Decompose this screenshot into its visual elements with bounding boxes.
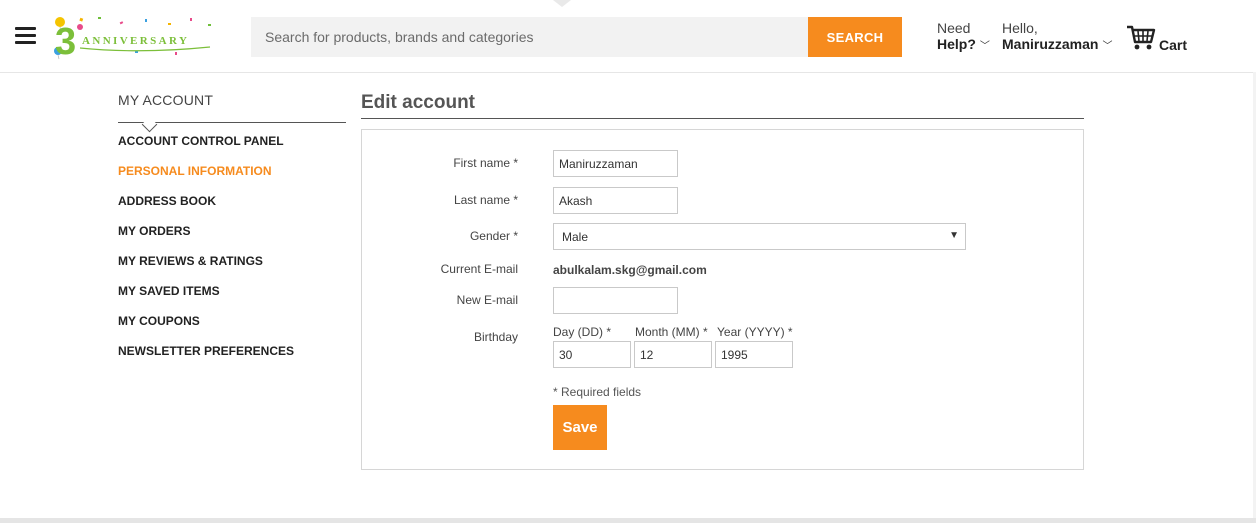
sidebar-item-newsletter-preferences[interactable]: NEWSLETTER PREFERENCES (118, 341, 346, 371)
header-notch (553, 0, 571, 7)
footer-divider (0, 518, 1256, 523)
year-label: Year (YYYY) * (717, 325, 793, 339)
site-header: 3 ANNIVERSARY SEARCH Need Help?﹀ Hello, … (0, 0, 1256, 73)
birthday-month-input[interactable] (634, 341, 712, 368)
birthday-day-input[interactable] (553, 341, 631, 368)
help-line2: Help? (937, 36, 976, 52)
triangle-down-icon: ▼ (949, 230, 959, 241)
help-menu[interactable]: Need Help? ﹀ (937, 20, 990, 55)
birthday-year-input[interactable] (715, 341, 793, 368)
logo-graphic: 3 ANNIVERSARY (54, 17, 211, 63)
last-name-input[interactable] (553, 187, 678, 214)
first-name-label: First name * (453, 156, 518, 170)
sidebar-item-my-coupons[interactable]: MY COUPONS (118, 311, 346, 341)
gender-label: Gender * (469, 229, 518, 243)
last-name-label: Last name * (453, 193, 518, 207)
title-divider (361, 118, 1084, 119)
chevron-down-icon: ﹀ (979, 41, 990, 52)
chevron-down-icon: ﹀ (1102, 41, 1113, 52)
sidebar-item-address-book[interactable]: ADDRESS BOOK (118, 191, 346, 221)
account-menu[interactable]: Hello, Maniruzzaman ﹀ (1002, 20, 1112, 55)
sidebar-item-personal-information[interactable]: PERSONAL INFORMATION (118, 161, 346, 191)
search-button[interactable]: SEARCH (808, 17, 902, 57)
cart-label: Cart (1159, 37, 1188, 53)
sidebar-list: ACCOUNT CONTROL PANEL PERSONAL INFORMATI… (118, 131, 346, 371)
sidebar-item-my-reviews-ratings[interactable]: MY REVIEWS & RATINGS (118, 251, 346, 281)
greeting: Hello, (1002, 20, 1038, 36)
user-name: Maniruzzaman (1002, 36, 1099, 52)
sidebar-item-my-saved-items[interactable]: MY SAVED ITEMS (118, 281, 346, 311)
new-email-input[interactable] (553, 287, 678, 314)
day-label: Day (DD) * (553, 325, 612, 339)
current-email-label: Current E-mail (440, 262, 518, 276)
sidebar-item-account-control-panel[interactable]: ACCOUNT CONTROL PANEL (118, 131, 346, 161)
page-title: Edit account (361, 92, 476, 113)
sidebar-item-my-orders[interactable]: MY ORDERS (118, 221, 346, 251)
month-label: Month (MM) * (635, 325, 708, 339)
help-line1: Need (937, 20, 971, 36)
svg-text:ANNIVERSARY: ANNIVERSARY (82, 35, 189, 47)
gender-select[interactable]: Male ▼ (553, 223, 966, 250)
svg-text:3: 3 (55, 21, 76, 60)
birthday-label: Birthday (473, 330, 518, 344)
sidebar-notch (141, 116, 158, 133)
gender-selected-value: Male (562, 230, 589, 244)
new-email-label: New E-mail (456, 293, 518, 307)
hamburger-menu-icon[interactable] (15, 27, 36, 45)
cart-icon (1127, 25, 1156, 50)
anniversary-logo[interactable]: 3 ANNIVERSARY (50, 14, 218, 63)
search-input[interactable] (251, 17, 808, 57)
account-sidebar: MY ACCOUNT ACCOUNT CONTROL PANEL PERSONA… (118, 90, 346, 371)
required-fields-note: * Required fields (553, 385, 642, 399)
save-button[interactable]: Save (553, 405, 607, 450)
first-name-input[interactable] (553, 150, 678, 177)
current-email-value: abulkalam.skg@gmail.com (553, 263, 707, 277)
sidebar-title: MY ACCOUNT (118, 90, 346, 133)
sidebar-title-text: MY ACCOUNT (118, 92, 214, 108)
